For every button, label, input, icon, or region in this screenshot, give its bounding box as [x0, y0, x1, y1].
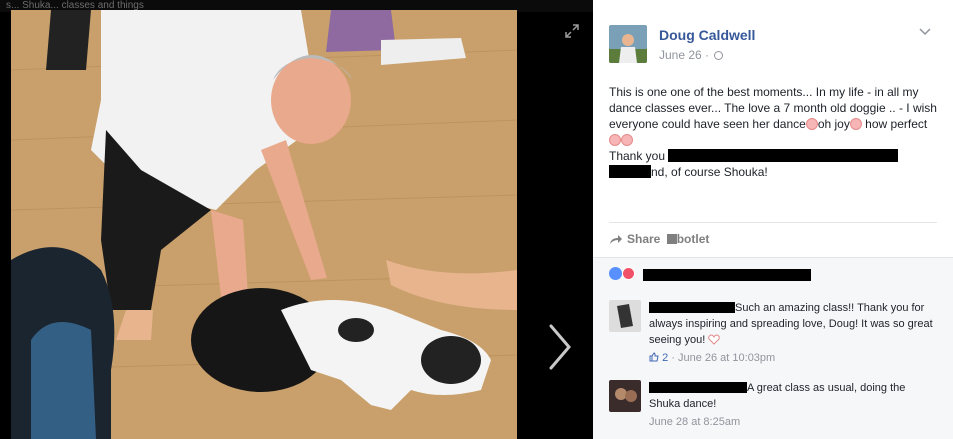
post-side-panel: Doug Caldwell June 26 · This is one one … [593, 0, 953, 439]
commenter-avatar[interactable] [609, 380, 641, 412]
thumbs-up-icon [649, 352, 659, 362]
heart-icon [708, 334, 721, 345]
chevron-down-icon[interactable] [919, 28, 931, 36]
post-meta: June 26 · [659, 48, 724, 62]
photo-viewer: s... Shuka... classes and things [0, 0, 593, 439]
author-name[interactable]: Doug Caldwell [659, 27, 755, 43]
globe-icon [714, 51, 724, 60]
post-date[interactable]: June 26 [659, 48, 702, 62]
share-button[interactable]: Share botlet [609, 232, 709, 246]
comments-list: Such an amazing class!! Thank you for al… [593, 288, 953, 439]
reactions-bar[interactable] [593, 258, 953, 288]
comment-timestamp[interactable]: June 28 at 8:25am [649, 416, 740, 428]
comment-meta: 2 · June 26 at 10:03pm [649, 350, 939, 366]
flower-emoji-icon [849, 118, 862, 130]
comment-meta: June 28 at 8:25am [649, 414, 939, 430]
comment-like-count[interactable]: 2 [662, 352, 668, 364]
redacted-commenter-name[interactable] [649, 302, 735, 313]
botlet-icon [666, 234, 677, 244]
like-reaction-icon [609, 267, 622, 280]
redacted-commenter-name[interactable] [649, 382, 747, 393]
flower-emoji-icon [621, 134, 633, 146]
next-arrow-icon[interactable] [545, 322, 575, 372]
love-reaction-icon [622, 267, 635, 280]
post-text: This is one one of the best moments... I… [609, 85, 937, 179]
redacted-name [609, 165, 651, 178]
flower-emoji-icon [805, 118, 818, 130]
comment-timestamp[interactable]: June 26 at 10:03pm [678, 352, 775, 364]
author-avatar[interactable] [609, 25, 647, 63]
divider [609, 222, 937, 223]
expand-icon[interactable] [565, 24, 579, 38]
share-arrow-icon [610, 235, 622, 244]
redacted-reactors [643, 269, 811, 281]
post-photo[interactable] [11, 10, 517, 439]
photo-illustration [11, 10, 517, 439]
commenter-avatar[interactable] [609, 300, 641, 332]
flower-emoji-icon [609, 134, 621, 146]
redacted-name [668, 149, 899, 162]
